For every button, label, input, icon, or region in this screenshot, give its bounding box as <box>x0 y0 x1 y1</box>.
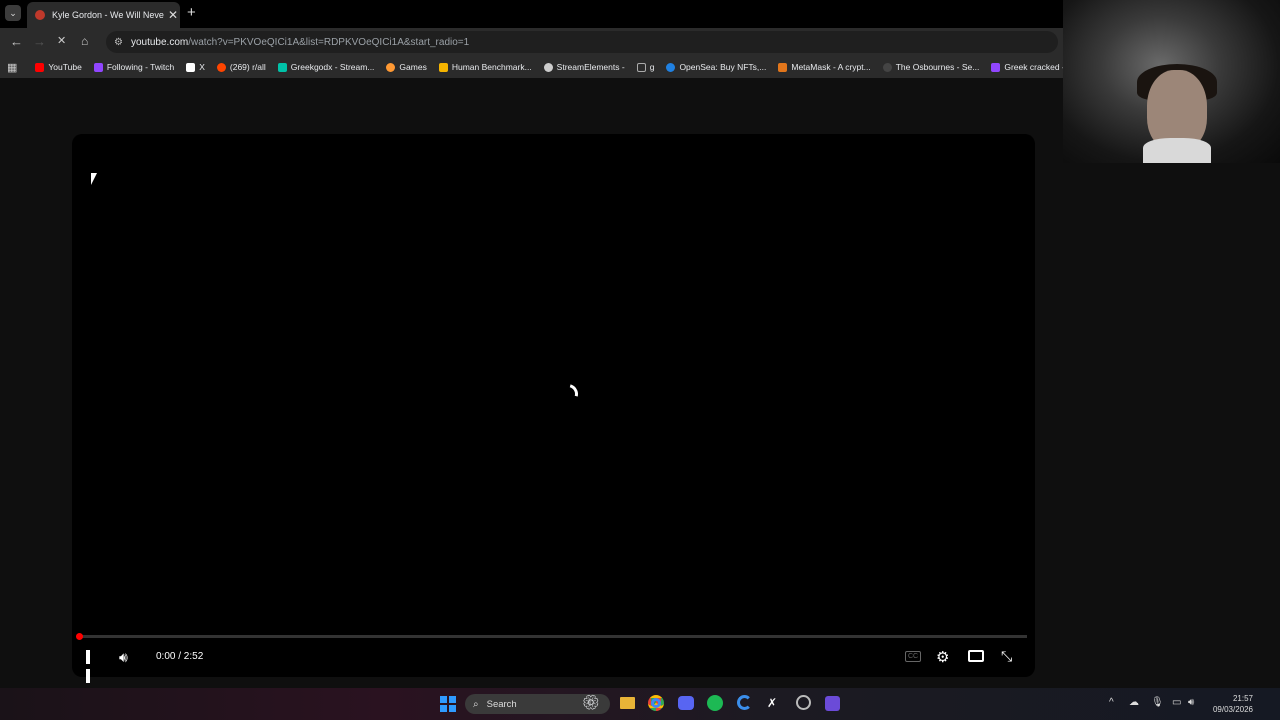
clock-date: 09/03/2026 <box>1212 705 1253 714</box>
bookmark-label: Human Benchmark... <box>451 62 532 72</box>
microphone-icon[interactable]: 🎙︎ <box>1151 697 1164 708</box>
bookmark-greekgodx[interactable]: Greekgodx - Stream... <box>277 62 375 72</box>
opensea-icon <box>666 62 676 72</box>
twitch-icon <box>991 62 1001 72</box>
webcam-overlay <box>1063 0 1280 163</box>
stream-icon <box>277 62 287 72</box>
progress-bar[interactable] <box>80 635 1027 638</box>
reddit-icon <box>216 62 226 72</box>
active-tab[interactable]: Kyle Gordon - We Will Never D... ✕ <box>27 2 180 28</box>
windows-start-icon[interactable] <box>440 696 456 712</box>
bookmark-label: YouTube <box>48 62 82 72</box>
x-icon <box>186 62 196 72</box>
metamask-icon <box>778 62 788 72</box>
network-icon[interactable]: ▭ <box>1172 697 1181 708</box>
bookmark-label: Games <box>399 62 427 72</box>
url-path: /watch?v=PKVOeQICi1A&list=RDPKVOeQICi1A&… <box>188 36 470 48</box>
clock-time: 21:57 <box>1232 694 1253 703</box>
youtube-favicon-icon <box>35 10 45 20</box>
fullscreen-icon[interactable]: ⤡ <box>1001 648 1012 665</box>
bookmark-label: The Osbournes - Se... <box>895 62 980 72</box>
folder-icon <box>636 62 646 72</box>
search-icon: ⌕ <box>473 698 479 710</box>
streamelements-icon <box>543 62 553 72</box>
video-player[interactable] <box>72 134 1035 677</box>
bookmark-label: g <box>649 62 655 72</box>
settings-gear-icon[interactable]: ⚙ <box>936 648 949 666</box>
bookmark-label: StreamElements - <box>556 62 625 72</box>
empty-right-area <box>1063 163 1280 688</box>
address-bar[interactable]: ⚙ youtube.com /watch?v=PKVOeQICi1A&list=… <box>106 31 1058 53</box>
captions-button[interactable]: CC <box>905 651 922 662</box>
editor-icon[interactable]: ✗ <box>767 696 777 710</box>
bookmark-label: X <box>199 62 205 72</box>
youtube-icon <box>35 62 45 72</box>
tray-overflow-icon[interactable]: ^ <box>1109 697 1114 708</box>
system-clock[interactable]: 21:57 09/03/2026 <box>1205 693 1253 715</box>
bookmark-folder-g[interactable]: g <box>636 62 655 72</box>
bookmark-streamelements[interactable]: StreamElements - <box>543 62 625 72</box>
tab-title: Kyle Gordon - We Will Never D... <box>52 10 164 20</box>
bookmark-label: (269) r/all <box>229 62 266 72</box>
bookmark-label: OpenSea: Buy NFTs,... <box>679 62 767 72</box>
grid-app-icon[interactable] <box>825 696 840 711</box>
mouse-cursor-icon <box>91 173 97 185</box>
tab-search-button[interactable]: ⌄ <box>5 5 21 21</box>
twitch-icon <box>93 62 103 72</box>
taskbar <box>0 688 1280 720</box>
onedrive-icon[interactable]: ☁ <box>1129 697 1139 708</box>
bookmark-twitch[interactable]: Following - Twitch <box>93 62 175 72</box>
file-explorer-icon[interactable] <box>620 697 635 709</box>
bookmark-x[interactable]: X <box>186 62 205 72</box>
games-icon <box>386 62 396 72</box>
bookmark-youtube[interactable]: YouTube <box>35 62 82 72</box>
site-icon <box>882 62 892 72</box>
back-arrow-icon[interactable]: ← <box>10 34 23 49</box>
spotify-icon[interactable] <box>707 695 723 711</box>
time-display: 0:00 / 2:52 <box>156 651 204 662</box>
home-icon[interactable]: ⌂ <box>81 34 88 48</box>
bookmark-label: Following - Twitch <box>106 62 175 72</box>
stop-loading-icon[interactable]: ✕ <box>57 34 66 47</box>
volume-icon[interactable]: 🔊︎ <box>119 649 128 666</box>
speaker-icon[interactable]: 🔊︎ <box>1188 697 1194 708</box>
theater-mode-icon[interactable] <box>968 650 984 662</box>
app-icon[interactable] <box>737 695 752 710</box>
bookmark-human-benchmark[interactable]: Human Benchmark... <box>438 62 532 72</box>
tab-strip: ⌄ Kyle Gordon - We Will Never D... ✕ + <box>0 0 1063 28</box>
bookmark-games[interactable]: Games <box>386 62 427 72</box>
bookmark-metamask[interactable]: MetaMask - A crypt... <box>778 62 871 72</box>
chrome-icon[interactable] <box>648 695 664 711</box>
bookmark-label: Greekgodx - Stream... <box>290 62 375 72</box>
scrubber-handle[interactable] <box>76 633 83 640</box>
bookmark-opensea[interactable]: OpenSea: Buy NFTs,... <box>666 62 766 72</box>
settings-app-icon[interactable] <box>796 695 811 710</box>
bookmark-label: MetaMask - A crypt... <box>791 62 871 72</box>
tab-close-icon[interactable]: ✕ <box>168 8 178 22</box>
bookmarks-bar: ▦ YouTube Following - Twitch X (269) r/a… <box>0 56 1087 78</box>
apps-grid-icon[interactable]: ▦ <box>7 61 17 74</box>
widgets-icon[interactable]: 🌼︎ <box>582 694 600 711</box>
discord-icon[interactable] <box>678 696 694 710</box>
search-label: Search <box>486 698 517 710</box>
toolbar: ← → ✕ ⌂ ⚙ youtube.com /watch?v=PKVOeQICi… <box>0 28 1063 56</box>
site-info-icon[interactable]: ⚙ <box>114 37 123 48</box>
new-tab-button[interactable]: + <box>187 4 196 21</box>
bookmark-reddit[interactable]: (269) r/all <box>216 62 266 72</box>
forward-arrow-icon[interactable]: → <box>33 34 46 49</box>
benchmark-icon <box>438 62 448 72</box>
url-host: youtube.com <box>130 36 189 48</box>
webcam-shirt <box>1143 138 1211 163</box>
bookmark-osbournes[interactable]: The Osbournes - Se... <box>882 62 980 72</box>
pause-button[interactable] <box>86 650 99 683</box>
